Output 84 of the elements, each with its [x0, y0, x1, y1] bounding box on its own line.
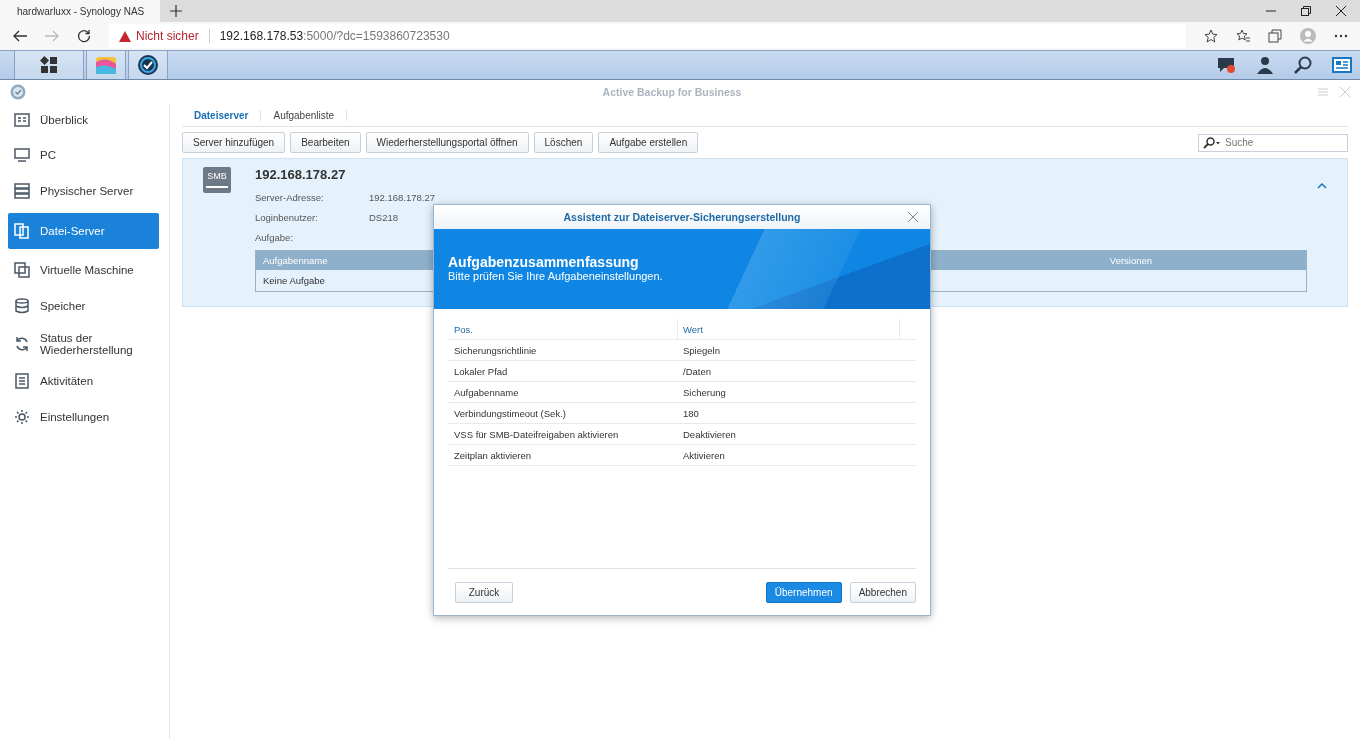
warning-icon	[119, 30, 131, 42]
column-header: Pos.	[448, 319, 678, 339]
restore-icon[interactable]	[1301, 6, 1311, 16]
collapse-icon[interactable]	[1317, 183, 1327, 189]
back-icon[interactable]	[13, 30, 27, 42]
security-label: Nicht sicher	[136, 29, 199, 43]
toolbar-button[interactable]: Server hinzufügen	[182, 132, 286, 153]
windows-icon	[14, 262, 30, 279]
grid-icon	[40, 56, 58, 74]
search-icon	[1203, 136, 1221, 149]
sidebar-item[interactable]: Speicher	[8, 292, 159, 320]
field-label: Loginbenutzer:	[255, 211, 319, 223]
server-icon	[14, 182, 30, 199]
sidebar-item[interactable]: Status der Wiederherstellung	[8, 327, 159, 360]
monitor-icon	[14, 147, 30, 164]
table-cell-text: Aufgabenname	[453, 386, 520, 398]
sidebar-item[interactable]: PC	[8, 141, 159, 169]
sidebar-item[interactable]: Einstellungen	[8, 403, 159, 431]
new-tab-icon[interactable]	[170, 5, 182, 17]
tab[interactable]: Dateiserver	[182, 109, 262, 121]
table-cell-text: Deaktivieren	[682, 428, 737, 440]
list-icon	[14, 373, 30, 390]
table-cell-text: VSS für SMB-Dateifreigaben aktivieren	[453, 428, 620, 440]
apply-button[interactable]: Übernehmen	[765, 581, 842, 603]
settings-icon	[14, 408, 30, 425]
collections-icon[interactable]	[1268, 29, 1282, 43]
overview-icon	[14, 111, 30, 128]
window-title: Active Backup for Business	[601, 86, 743, 98]
sidebar-item[interactable]: Physischer Server	[8, 177, 159, 205]
banner-subheading: Bitte prüfen Sie Ihre Aufgabeneinstellungen.	[448, 270, 664, 282]
reload-icon[interactable]	[77, 29, 91, 43]
close-icon[interactable]	[1336, 6, 1346, 16]
sidebar-item[interactable]: Virtuelle Maschine	[8, 256, 159, 284]
address-bar[interactable]: Nicht sicher 192.168.178.53:5000/?dc=1593860723530	[109, 24, 1186, 48]
app-icon	[10, 84, 26, 100]
table-cell-text: 180	[682, 407, 700, 419]
search-field[interactable]: Suche	[1198, 133, 1348, 152]
column-header: Aufgabenname	[263, 255, 328, 266]
sync-icon	[14, 335, 30, 352]
toolbar-button[interactable]: Bearbeiten	[290, 132, 361, 153]
table-cell-text: Sicherungsrichtlinie	[453, 344, 538, 356]
toolbar-button[interactable]: Löschen	[533, 132, 594, 153]
column-header: Wert	[678, 319, 900, 339]
table-cell-text: Sicherung	[682, 386, 727, 398]
server-title: 192.168.178.27	[255, 167, 347, 182]
field-label: Aufgabe:	[255, 231, 295, 243]
browser-tab[interactable]: hardwarluxx - Synology NAS	[0, 0, 160, 22]
search-icon[interactable]	[1294, 56, 1312, 74]
table-cell-text: /Daten	[682, 365, 712, 377]
widgets-icon[interactable]	[1332, 57, 1352, 73]
dialog-button[interactable]: Abbrechen	[849, 581, 916, 603]
sidebar-item[interactable]: Überblick	[8, 106, 159, 134]
field-label: Server-Adresse:	[255, 191, 325, 203]
photos-app-icon	[95, 54, 117, 76]
dialog-button[interactable]: Zurück	[455, 581, 513, 603]
dialog-title: Assistent zur Dateiserver-Sicherungserstellung	[563, 211, 801, 223]
empty-table-text: Keine Aufgabe	[263, 275, 325, 286]
more-icon[interactable]	[1334, 34, 1348, 38]
table-cell-text: Aktivieren	[682, 449, 726, 461]
tab[interactable]: Aufgabenliste	[261, 109, 348, 121]
tab-title: hardwarluxx - Synology NAS	[17, 5, 145, 17]
main-menu-button[interactable]	[14, 51, 84, 79]
table-cell-text: Lokaler Pfad	[453, 365, 509, 377]
table-cell-text: Spiegeln	[682, 344, 721, 356]
toolbar-button[interactable]: Wiederherstellungsportal öffnen	[365, 132, 529, 153]
app-taskbar-button[interactable]	[128, 51, 168, 79]
sidebar-item[interactable]: Aktivitäten	[8, 367, 159, 395]
url-text: 192.168.178.53:5000/?dc=1593860723530	[219, 29, 450, 43]
table-cell-text: Verbindungstimeout (Sek.)	[453, 407, 567, 419]
chat-icon[interactable]	[1216, 56, 1236, 74]
column-header: Versionen	[1109, 255, 1153, 266]
favorite-star-icon[interactable]	[1204, 29, 1218, 43]
database-icon	[14, 297, 30, 314]
table-cell-text: Zeitplan aktivieren	[453, 449, 533, 461]
field-value: DS218	[369, 211, 399, 223]
field-value: 192.168.178.27	[369, 191, 436, 203]
files-icon	[14, 222, 30, 239]
smb-server-icon: SMB	[203, 167, 231, 193]
favorites-icon[interactable]	[1236, 29, 1250, 43]
sidebar-item[interactable]: Datei-Server	[8, 212, 159, 249]
banner-heading: Aufgabenzusammenfassung	[448, 254, 640, 270]
backup-app-icon	[137, 54, 159, 76]
user-icon[interactable]	[1256, 56, 1274, 74]
toolbar-button[interactable]: Aufgabe erstellen	[598, 132, 699, 153]
